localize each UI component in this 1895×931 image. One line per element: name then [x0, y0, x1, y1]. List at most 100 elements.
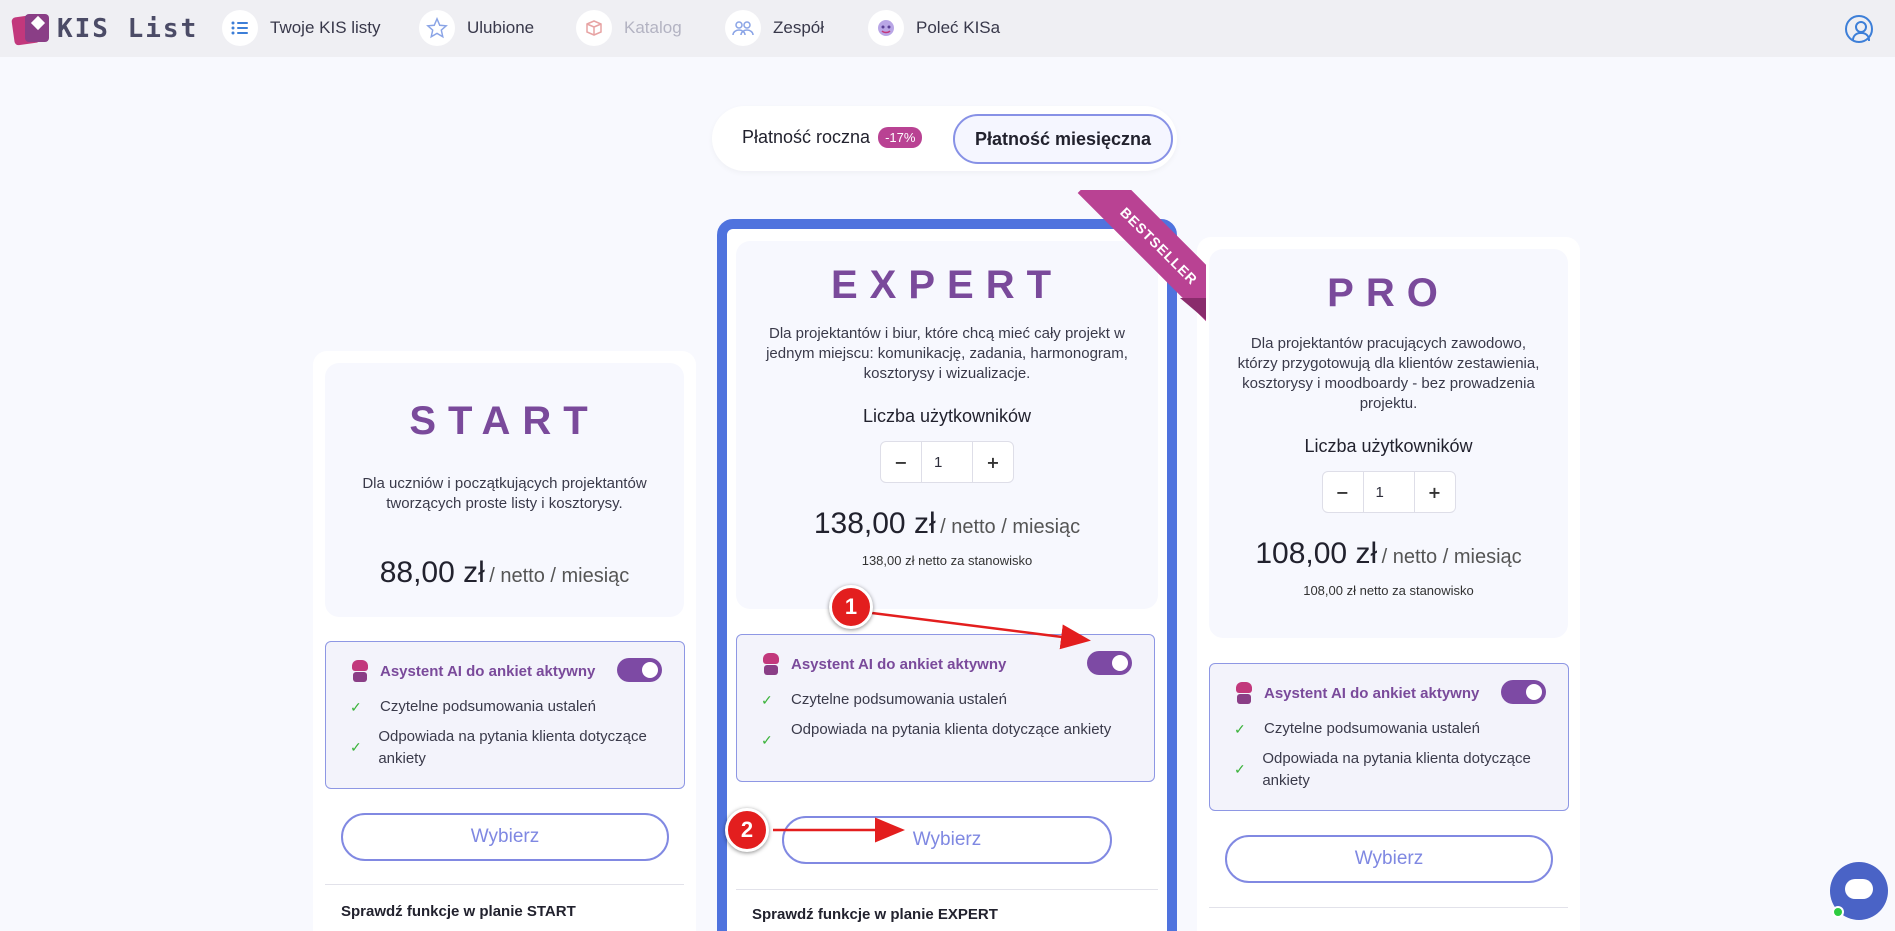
- plan-card-expert: EXPERT Dla projektantów i biur, które ch…: [717, 219, 1177, 931]
- logo-icon: [11, 12, 51, 46]
- robot-icon: [1234, 682, 1254, 704]
- plus-button[interactable]: +: [973, 442, 1013, 482]
- price-per-seat: 108,00 zł netto za stanowisko: [1303, 583, 1474, 598]
- discount-badge: -17%: [878, 127, 923, 148]
- top-navbar: KIS List Twoje KIS listy Ulubione Katalo…: [0, 0, 1895, 57]
- price-unit: / netto / miesiąc: [1381, 546, 1522, 568]
- chat-widget-button[interactable]: [1830, 862, 1888, 920]
- annotation-marker-1: 1: [829, 585, 873, 629]
- billing-period-toggle: Płatność roczna -17% Płatność miesięczna: [712, 106, 1177, 171]
- feature-text: Czytelne podsumowania ustaleń: [380, 698, 596, 715]
- users-stepper: − 1 +: [1321, 471, 1456, 513]
- nav-item-kis-lists[interactable]: Twoje KIS listy: [222, 10, 381, 46]
- minus-button[interactable]: −: [1323, 472, 1363, 512]
- check-functions-expert-link[interactable]: Sprawdź funkcje w planie EXPERT: [752, 906, 998, 923]
- ai-assistant-header: Asystent AI do ankiet aktywny: [761, 653, 1006, 675]
- annotation-marker-2: 2: [725, 808, 769, 852]
- feature-item: ✓ Odpowiada na pytania klienta dotyczące…: [1234, 748, 1544, 792]
- ai-assistant-title: Asystent AI do ankiet aktywny: [1264, 684, 1480, 702]
- price-unit: / netto / miesiąc: [940, 516, 1081, 538]
- users-label: Liczba użytkowników: [862, 406, 1032, 426]
- check-icon: ✓: [761, 692, 773, 708]
- plan-card-start: START Dla uczniów i początkujących proje…: [313, 351, 696, 931]
- team-icon: [725, 10, 761, 46]
- feature-text: Odpowiada na pytania klienta dotyczące a…: [378, 728, 647, 767]
- feature-text: Czytelne podsumowania ustaleń: [1264, 720, 1480, 737]
- plan-name: START: [409, 399, 600, 443]
- user-circle-icon[interactable]: [1845, 15, 1873, 43]
- feature-item: ✓ Odpowiada na pytania klienta dotyczące…: [350, 726, 660, 770]
- plan-description: Dla projektantów i biur, które chcą mieć…: [766, 325, 1128, 382]
- annual-label: Płatność roczna: [742, 127, 871, 147]
- ribbon-fold: [1180, 298, 1206, 320]
- choose-pro-button[interactable]: Wybierz: [1225, 835, 1553, 883]
- robot-icon: [350, 660, 370, 682]
- ai-assistant-box: Asystent AI do ankiet aktywny ✓ Czytelne…: [736, 634, 1155, 782]
- minus-button[interactable]: −: [881, 442, 921, 482]
- star-icon: [419, 10, 455, 46]
- nav-item-favorites[interactable]: Ulubione: [419, 10, 534, 46]
- plan-description: Dla uczniów i początkujących projektantó…: [362, 475, 647, 512]
- ai-assistant-toggle[interactable]: [617, 658, 662, 682]
- ai-assistant-header: Asystent AI do ankiet aktywny: [1234, 682, 1479, 704]
- online-status-dot: [1832, 906, 1844, 918]
- plan-price: 88,00 zł / netto / miesiąc: [325, 556, 684, 590]
- annual-billing-option[interactable]: Płatność roczna -17%: [742, 127, 923, 148]
- divider: [736, 889, 1158, 890]
- ai-assistant-toggle[interactable]: [1501, 680, 1546, 704]
- users-label: Liczba użytkowników: [1304, 436, 1473, 456]
- divider: [325, 884, 684, 885]
- catalog-box-icon: [576, 10, 612, 46]
- kis-list-logo[interactable]: KIS List: [11, 12, 199, 46]
- feature-item: ✓ Czytelne podsumowania ustaleń: [761, 689, 1007, 711]
- nav-label: Zespół: [773, 18, 825, 37]
- choose-start-button[interactable]: Wybierz: [341, 813, 669, 861]
- price-unit: / netto / miesiąc: [489, 565, 630, 587]
- nav-label: Ulubione: [467, 18, 535, 37]
- users-count-input[interactable]: 1: [1362, 472, 1415, 512]
- ai-assistant-box: Asystent AI do ankiet aktywny ✓ Czytelne…: [325, 641, 685, 789]
- price-amount: 108,00 zł: [1255, 537, 1378, 570]
- plan-card-pro: PRO Dla projektantów pracujących zawodow…: [1197, 237, 1580, 931]
- monthly-billing-option[interactable]: Płatność miesięczna: [953, 114, 1173, 164]
- users-count-input[interactable]: 1: [921, 442, 973, 482]
- ai-assistant-box: Asystent AI do ankiet aktywny ✓ Czytelne…: [1209, 663, 1569, 811]
- plan-description: Dla projektantów pracujących zawodowo, k…: [1237, 335, 1540, 412]
- ai-assistant-title: Asystent AI do ankiet aktywny: [791, 655, 1007, 673]
- nav-label: Twoje KIS listy: [270, 18, 381, 37]
- check-icon: ✓: [1234, 761, 1246, 777]
- feature-item: ✓ Czytelne podsumowania ustaleń: [1234, 718, 1480, 740]
- users-stepper: − 1 +: [880, 441, 1014, 483]
- feature-text: Odpowiada na pytania klienta dotyczące a…: [791, 721, 1112, 738]
- feature-item: ✓ Czytelne podsumowania ustaleń: [350, 696, 596, 718]
- divider: [1209, 907, 1568, 908]
- plan-summary: PRO Dla projektantów pracujących zawodow…: [1209, 249, 1568, 638]
- ai-assistant-header: Asystent AI do ankiet aktywny: [350, 660, 595, 682]
- check-functions-start-link[interactable]: Sprawdź funkcje w planie START: [341, 903, 576, 920]
- feature-item: ✓ Odpowiada na pytania klienta dotyczące…: [761, 719, 1121, 751]
- check-icon: ✓: [350, 699, 362, 715]
- nav-item-catalog[interactable]: Katalog: [576, 10, 682, 46]
- robot-icon: [761, 653, 781, 675]
- nav-label: Katalog: [624, 18, 682, 37]
- ai-assistant-title: Asystent AI do ankiet aktywny: [380, 662, 596, 680]
- check-icon: ✓: [761, 732, 773, 748]
- feature-text: Czytelne podsumowania ustaleń: [791, 691, 1007, 708]
- price-per-seat: 138,00 zł netto za stanowisko: [861, 553, 1033, 568]
- price-amount: 138,00 zł: [813, 507, 936, 540]
- ai-assistant-toggle[interactable]: [1087, 651, 1132, 675]
- plan-summary: START Dla uczniów i początkujących proje…: [325, 363, 684, 617]
- nav-item-team[interactable]: Zespół: [725, 10, 824, 46]
- plus-button[interactable]: +: [1415, 472, 1455, 512]
- choose-expert-button[interactable]: Wybierz: [782, 816, 1112, 864]
- nav-label: Poleć KISa: [916, 18, 1001, 37]
- plan-price: 138,00 zł / netto / miesiąc: [736, 507, 1158, 541]
- nav-item-refer[interactable]: Poleć KISa: [868, 10, 1000, 46]
- chat-icon: [1845, 879, 1873, 899]
- price-amount: 88,00 zł: [379, 556, 485, 589]
- plan-price: 108,00 zł / netto / miesiąc: [1209, 537, 1568, 571]
- check-icon: ✓: [350, 739, 362, 755]
- feature-text: Odpowiada na pytania klienta dotyczące a…: [1262, 750, 1531, 789]
- logo-text: KIS List: [57, 14, 199, 44]
- check-icon: ✓: [1234, 721, 1246, 737]
